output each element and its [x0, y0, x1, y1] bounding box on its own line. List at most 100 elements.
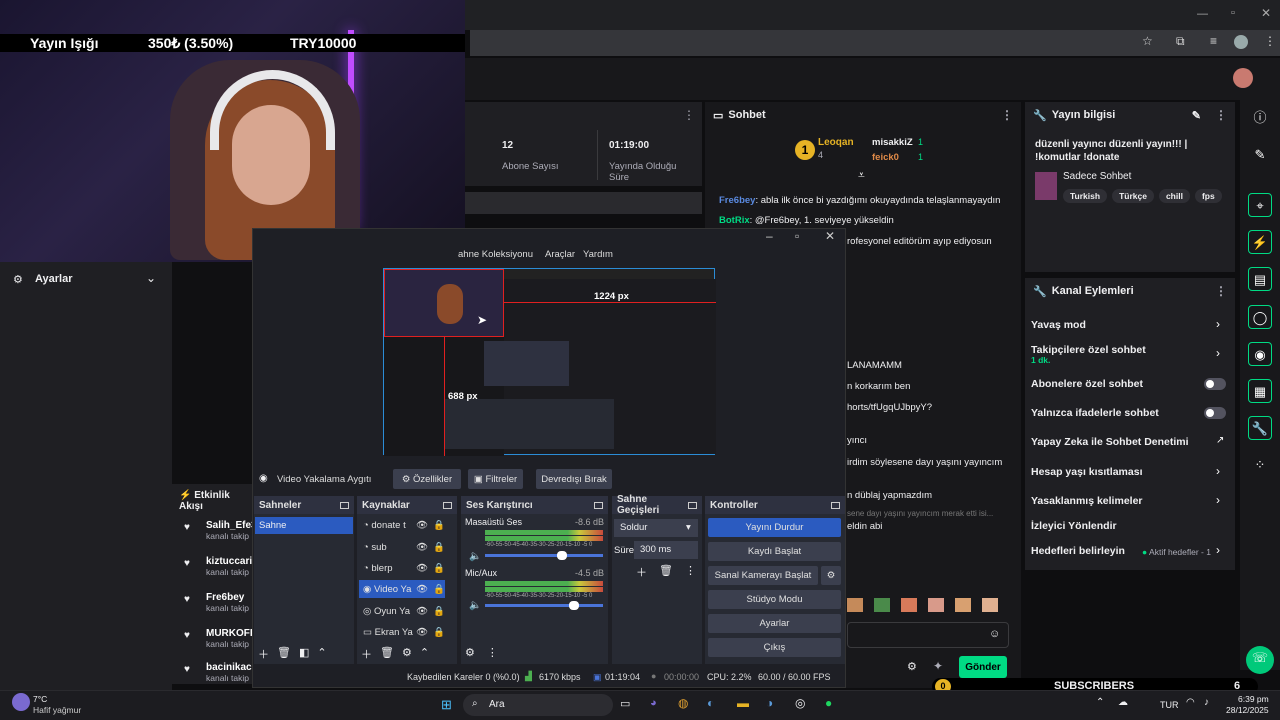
menu-icon[interactable]: ⋮: [1264, 34, 1276, 48]
chrome-icon[interactable]: ◍: [678, 696, 688, 710]
settings-gear-icon[interactable]: ⚙: [907, 660, 917, 673]
add-icon[interactable]: ＋: [636, 564, 647, 580]
tag[interactable]: fps: [1194, 189, 1222, 203]
emote-icon[interactable]: [982, 598, 998, 612]
star-icon[interactable]: ☆: [1142, 34, 1153, 48]
steam-icon[interactable]: ◐: [707, 696, 714, 710]
spotify-icon[interactable]: ●: [825, 696, 832, 710]
menu-tools[interactable]: Araçlar: [545, 249, 575, 260]
steam-icon[interactable]: ◑: [766, 696, 773, 710]
goals-label[interactable]: Hedefleri belirleyin: [1031, 545, 1125, 557]
wifi-icon[interactable]: ◠: [1186, 697, 1195, 708]
source-item[interactable]: ▭ Ekran Ya 👁 🔒: [359, 623, 445, 641]
volume-handle[interactable]: [557, 551, 567, 560]
transition-select[interactable]: Soldur ▾: [614, 519, 698, 537]
scene-item[interactable]: Sahne: [255, 517, 353, 534]
source-item[interactable]: ◔ donate t 👁 🔒: [359, 516, 445, 534]
trash-icon[interactable]: 🗑: [380, 646, 394, 662]
trash-icon[interactable]: 🗑: [659, 564, 673, 580]
filter-icon[interactable]: ◧: [299, 646, 309, 662]
clock-date[interactable]: 28/12/2025: [1226, 705, 1269, 715]
raid-label[interactable]: İzleyici Yönlendir: [1031, 520, 1117, 532]
undock-icon[interactable]: [340, 501, 349, 509]
boost-icon[interactable]: ⚡: [1248, 230, 1272, 254]
volume-icon[interactable]: ♪: [1204, 697, 1209, 708]
emote-icon[interactable]: [901, 598, 917, 612]
chevron-right-icon[interactable]: ›: [1216, 493, 1220, 507]
search-box[interactable]: ⌕ Ara: [463, 694, 613, 716]
virtual-camera-button[interactable]: Sanal Kamerayı Başlat: [708, 566, 818, 585]
obs-preview[interactable]: 1224 px 688 px ➤: [383, 268, 716, 456]
ai-moderation-label[interactable]: Yapay Zeka ile Sohbet Denetimi: [1031, 436, 1189, 448]
chat-bubble-icon[interactable]: ◯: [1248, 305, 1272, 329]
account-age-label[interactable]: Hesap yaşı kısıtlaması: [1031, 466, 1143, 478]
trash-icon[interactable]: 🗑: [277, 646, 291, 662]
volume-slider[interactable]: [485, 551, 603, 560]
gear-icon[interactable]: ⚙: [402, 646, 412, 662]
address-bar[interactable]: ☆ ⧉ ≡ ⋮: [470, 30, 1280, 56]
menu-scene-collection[interactable]: ahne Koleksiyonu: [458, 249, 533, 260]
start-recording-button[interactable]: Kaydı Başlat: [708, 542, 841, 561]
slow-mode-label[interactable]: Yavaş mod: [1031, 319, 1086, 331]
eye-icon[interactable]: 👁: [416, 520, 428, 531]
lock-icon[interactable]: 🔒: [433, 584, 445, 595]
minimize-icon[interactable]: —: [1197, 8, 1208, 20]
banned-words-label[interactable]: Yasaklanmış kelimeler: [1031, 495, 1143, 507]
emote-icon[interactable]: [955, 598, 971, 612]
subs-only-toggle[interactable]: [1204, 378, 1226, 390]
user-avatar[interactable]: [1233, 68, 1253, 88]
studio-mode-button[interactable]: Stüdyo Modu: [708, 590, 841, 609]
tray-chevron-icon[interactable]: ⌃: [1096, 697, 1104, 708]
add-icon[interactable]: ＋: [258, 646, 269, 662]
filters-button[interactable]: ▣ Filtreler: [468, 469, 523, 489]
virtual-camera-settings-icon[interactable]: ⚙: [821, 566, 841, 585]
eye-icon[interactable]: 👁: [416, 584, 428, 595]
external-link-icon[interactable]: ↗: [1216, 435, 1224, 446]
emote-icon[interactable]: [847, 598, 863, 612]
bits-icon[interactable]: ✦: [933, 659, 943, 673]
kebab-icon[interactable]: ⋮: [685, 564, 696, 580]
emoji-icon[interactable]: ☺: [989, 628, 1000, 640]
media-icon[interactable]: ≡: [1210, 34, 1217, 48]
up-arrow-icon[interactable]: ⌃: [317, 646, 326, 662]
source-item[interactable]: ◔ sub 👁 🔒: [359, 538, 445, 556]
settings-button[interactable]: Ayarlar: [708, 614, 841, 633]
chevron-right-icon[interactable]: ›: [1216, 317, 1220, 331]
undock-icon[interactable]: [688, 501, 697, 509]
layout-icon[interactable]: ▦: [1248, 379, 1272, 403]
tag[interactable]: chill: [1158, 189, 1190, 203]
chat-input[interactable]: ☺: [847, 622, 1009, 648]
lock-icon[interactable]: 🔒: [433, 606, 445, 617]
duration-input[interactable]: 300 ms: [634, 541, 698, 559]
undock-icon[interactable]: [443, 501, 452, 509]
notes-icon[interactable]: ▤: [1248, 267, 1272, 291]
lock-icon[interactable]: 🔒: [433, 520, 445, 531]
eye-icon[interactable]: 👁: [416, 606, 428, 617]
undock-icon[interactable]: [594, 501, 603, 509]
up-arrow-icon[interactable]: ⌃: [420, 646, 429, 662]
clock-time[interactable]: 6:39 pm: [1238, 694, 1269, 704]
chevron-down-icon[interactable]: ⌄: [146, 271, 156, 285]
cloud-icon[interactable]: ☁: [1118, 697, 1128, 708]
profile-avatar[interactable]: [1234, 35, 1248, 49]
maximize-icon[interactable]: ▫: [795, 229, 799, 243]
tools-icon[interactable]: 🔧: [1248, 416, 1272, 440]
speaker-icon[interactable]: 🔈: [469, 600, 481, 611]
deactivate-button[interactable]: Devredışı Bırak: [536, 469, 612, 489]
broadcast-icon[interactable]: ◉: [1248, 342, 1272, 366]
close-icon[interactable]: ✕: [1261, 6, 1271, 20]
eye-icon[interactable]: 👁: [416, 563, 428, 574]
add-icon[interactable]: ＋: [361, 646, 372, 662]
support-icon[interactable]: ☏: [1246, 646, 1274, 674]
kebab-icon[interactable]: ⋮: [1001, 108, 1013, 122]
advanced-audio-icon[interactable]: ⚙: [465, 646, 475, 659]
folder-icon[interactable]: ▬: [737, 696, 749, 710]
source-item[interactable]: ◎ Oyun Ya 👁 🔒: [359, 602, 445, 620]
menu-help[interactable]: Yardım: [583, 249, 613, 260]
windows-start-icon[interactable]: ⊞: [441, 697, 452, 713]
task-view-icon[interactable]: ▭: [620, 697, 630, 710]
lock-icon[interactable]: 🔒: [433, 542, 445, 553]
pen-icon[interactable]: ✎: [1248, 143, 1272, 167]
undock-icon[interactable]: [831, 501, 840, 509]
kebab-icon[interactable]: ⋮: [1215, 284, 1227, 298]
